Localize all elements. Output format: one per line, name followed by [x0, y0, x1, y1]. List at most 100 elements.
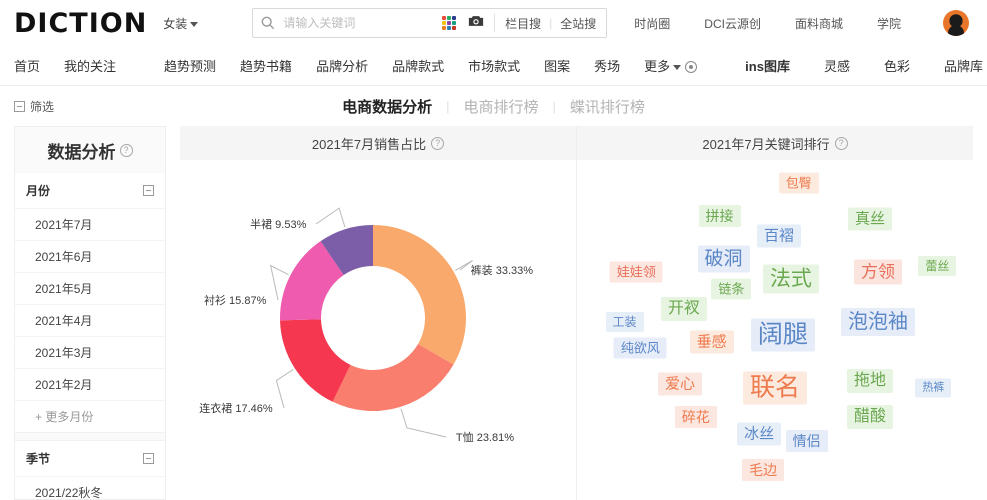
nav-item-home[interactable]: 首页 [14, 56, 40, 75]
main-nav: 首页 我的关注 趋势预测 趋势书籍 品牌分析 品牌款式 市场款式 图案 秀场 更… [0, 46, 987, 86]
keyword-tag[interactable]: 开衩 [660, 296, 707, 321]
search-mode-group: 栏目搜 | 全站搜 [495, 15, 606, 32]
header-link-fabric-mall[interactable]: 面料商城 [795, 15, 843, 32]
nav-item-patterns[interactable]: 图案 [544, 56, 570, 75]
sidebar-title: 数据分析 ? [15, 127, 165, 173]
grid-icon[interactable] [442, 16, 457, 30]
keyword-tag[interactable]: 情侣 [785, 429, 828, 452]
sidebar-group-season-label: 季节 [26, 452, 51, 466]
keyword-tag[interactable]: 链条 [711, 278, 752, 300]
keyword-tag[interactable]: 百褶 [756, 224, 801, 248]
sidebar-item-season-0[interactable]: 2021/22秋冬 [15, 476, 165, 499]
nav-item-runway[interactable]: 秀场 [594, 56, 620, 75]
keyword-tag[interactable]: 方领 [853, 259, 902, 285]
donut-leader-line [275, 369, 294, 409]
keyword-tag[interactable]: 毛边 [742, 459, 785, 482]
nav-item-color[interactable]: 色彩 [884, 56, 910, 75]
sidebar-group-season-header[interactable]: 季节 [15, 441, 165, 476]
category-selector[interactable]: 女装 [163, 15, 199, 32]
keyword-tag[interactable]: 包臀 [778, 172, 819, 194]
keyword-tag[interactable]: 破洞 [697, 245, 750, 273]
keyword-panel-body: 包臀拼接 百褶 真丝破洞娃娃领链条 法式 方领 蕾丝开衩 工装纯欲风 垂感 阔腿 泡泡袖爱心 联名 拖… [577, 160, 973, 490]
donut-slice[interactable] [373, 225, 466, 365]
donut-chart-svg[interactable] [180, 160, 576, 490]
header-link-fashion[interactable]: 时尚圈 [634, 15, 670, 32]
search-input[interactable] [283, 16, 443, 30]
keyword-tag[interactable]: 拼接 [698, 205, 741, 228]
search-mode-separator: | [549, 16, 553, 30]
keyword-tag[interactable]: 垂感 [689, 330, 734, 353]
question-icon[interactable]: ? [431, 136, 445, 150]
question-icon[interactable]: ? [119, 143, 133, 157]
sidebar-item-month-1[interactable]: 2021年6月 [15, 240, 165, 272]
question-icon[interactable]: ? [834, 136, 848, 150]
donut-slice[interactable] [332, 343, 454, 411]
donut-chart: 裤装 33.33% T恤 23.81% 连衣裙 17.46% 衬衫 15.87% 半裙 … [180, 160, 576, 490]
keyword-tag[interactable]: 法式 [762, 264, 819, 294]
keyword-tag[interactable]: 蕾丝 [918, 255, 957, 276]
keyword-tag[interactable]: 联名 [742, 371, 808, 405]
chevron-down-icon [673, 65, 682, 71]
header-link-academy[interactable]: 学院 [877, 15, 901, 32]
donut-slice-label: T恤 23.81% [455, 432, 515, 444]
keyword-tag[interactable]: 真丝 [848, 207, 893, 231]
sidebar-item-month-0[interactable]: 2021年7月 [15, 208, 165, 240]
collapse-icon[interactable] [143, 185, 154, 196]
sidebar-item-month-2[interactable]: 2021年5月 [15, 272, 165, 304]
tab-diexun-ranking[interactable]: 蝶讯排行榜 [570, 96, 645, 117]
nav-item-inspiration[interactable]: 灵感 [824, 56, 850, 75]
donut-slice-label: 连衣裙 17.46% [199, 402, 273, 415]
keyword-tag[interactable]: 纯欲风 [613, 337, 667, 359]
nav-item-trend-forecast[interactable]: 趋势预测 [164, 56, 216, 75]
nav-item-my-follow[interactable]: 我的关注 [64, 56, 116, 75]
nav-item-brand-styles[interactable]: 品牌款式 [392, 56, 444, 75]
search-mode-site[interactable]: 全站搜 [560, 15, 596, 32]
sales-share-panel: 2021年7月销售占比 ? 裤装 33.33% T恤 23.81% 连衣裙 17.4… [180, 126, 576, 500]
sub-toolbar: 筛选 电商数据分析 | 电商排行榜 | 蝶讯排行榜 [0, 86, 987, 126]
header-link-group: 时尚圈 DCI云源创 面料商城 学院 [634, 10, 973, 36]
keyword-tag[interactable]: 冰丝 [737, 422, 782, 446]
donut-leader-line [315, 207, 346, 228]
tab-separator-2: | [552, 98, 556, 114]
tab-ecommerce-data-analysis[interactable]: 电商数据分析 [342, 96, 432, 117]
nav-item-market-styles[interactable]: 市场款式 [468, 56, 520, 75]
keyword-tag[interactable]: 爱心 [657, 372, 702, 396]
collapse-icon [14, 100, 25, 112]
keyword-tag[interactable]: 热裤 [915, 378, 952, 398]
collapse-icon[interactable] [143, 453, 154, 464]
keyword-tag[interactable]: 阔腿 [750, 318, 815, 352]
nav-item-trend-books[interactable]: 趋势书籍 [240, 56, 292, 75]
nav-item-brand-library[interactable]: 品牌库 [944, 56, 983, 75]
filter-toggle[interactable]: 筛选 [14, 98, 54, 115]
sidebar-item-month-5[interactable]: 2021年2月 [15, 368, 165, 400]
nav-more-label: 更多 [644, 59, 671, 74]
tab-ecommerce-ranking[interactable]: 电商排行榜 [463, 96, 538, 117]
sidebar-group-divider [15, 432, 165, 441]
sales-panel-header: 2021年7月销售占比 ? [180, 126, 576, 160]
keyword-tag[interactable]: 拖地 [847, 369, 894, 394]
search-mode-column[interactable]: 栏目搜 [505, 15, 541, 32]
user-avatar[interactable] [943, 10, 969, 36]
site-logo[interactable]: DICTION [14, 10, 147, 37]
keyword-panel-title: 2021年7月关键词排行 [702, 136, 830, 152]
header-link-dci[interactable]: DCI云源创 [704, 15, 761, 32]
logo-text: DICTION [14, 7, 148, 39]
sales-panel-title: 2021年7月销售占比 [311, 136, 427, 152]
camera-icon[interactable] [468, 14, 484, 33]
target-icon [685, 61, 698, 73]
nav-item-ins-gallery[interactable]: ins图库 [745, 56, 790, 75]
donut-slice-label: 裤装 33.33% [470, 265, 534, 277]
sidebar-item-month-3[interactable]: 2021年4月 [15, 304, 165, 336]
keyword-tag[interactable]: 碎花 [674, 406, 717, 429]
sidebar-group-month-header[interactable]: 月份 [15, 173, 165, 208]
nav-item-more[interactable]: 更多 [644, 56, 698, 75]
keyword-tag[interactable]: 工装 [605, 311, 644, 332]
keyword-panel-header: 2021年7月关键词排行 ? [577, 126, 973, 160]
tab-bar: 电商数据分析 | 电商排行榜 | 蝶讯排行榜 [0, 96, 987, 117]
keyword-tag[interactable]: 娃娃领 [609, 261, 663, 283]
keyword-tag[interactable]: 醋酸 [847, 405, 894, 430]
sidebar-more-months[interactable]: + 更多月份 [15, 400, 165, 432]
sidebar-item-month-4[interactable]: 2021年3月 [15, 336, 165, 368]
nav-item-brand-analysis[interactable]: 品牌分析 [316, 56, 368, 75]
keyword-tag[interactable]: 泡泡袖 [840, 307, 915, 336]
